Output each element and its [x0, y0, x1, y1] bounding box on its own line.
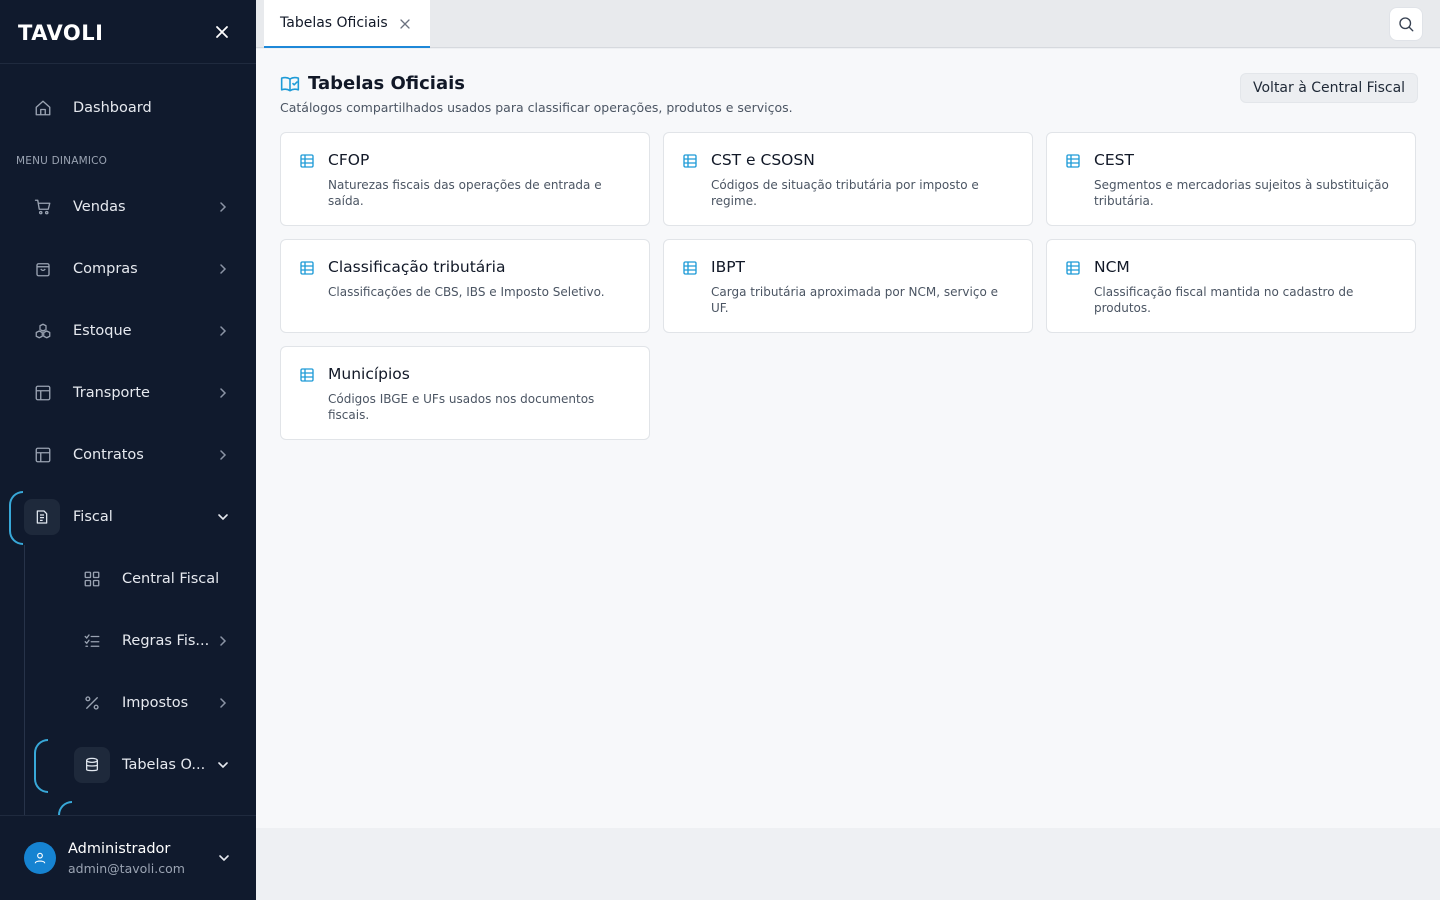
chevron-right-icon	[216, 200, 230, 214]
layout-icon	[33, 445, 53, 465]
card-title: Municípios	[328, 365, 410, 383]
brand-name: TAVOLI	[18, 21, 104, 45]
close-icon	[400, 19, 410, 29]
chevron-right-icon	[216, 324, 230, 338]
card-municipios[interactable]: Municípios Códigos IBGE e UFs usados nos…	[280, 346, 650, 440]
sidebar-item-compras[interactable]: Compras	[0, 247, 256, 291]
sidebar-item-regras-fiscais[interactable]: Regras Fis...	[0, 619, 256, 663]
user-email: admin@tavoli.com	[68, 861, 185, 876]
sidebar-item-label: Vendas	[73, 199, 126, 215]
table-icon	[299, 153, 315, 169]
tables-grid: CFOP Naturezas fiscais das operações de …	[280, 132, 1416, 440]
sidebar: TAVOLI Dashboard MENU DINAMICO Vendas Co…	[0, 0, 256, 900]
card-description: Códigos de situação tributária por impos…	[711, 178, 979, 208]
user-icon	[34, 852, 46, 864]
user-menu[interactable]: Administrador admin@tavoli.com	[0, 816, 256, 900]
sidebar-item-vendas[interactable]: Vendas	[0, 185, 256, 229]
sidebar-item-label: Contratos	[73, 447, 144, 463]
sidebar-item-contratos[interactable]: Contratos	[0, 433, 256, 477]
home-icon	[33, 98, 53, 118]
sidebar-item-central-fiscal[interactable]: Central Fiscal	[0, 557, 256, 601]
section-label: MENU DINAMICO	[16, 155, 108, 167]
tab-tabelas-oficiais[interactable]: Tabelas Oficiais	[264, 0, 430, 48]
card-title: Classificação tributária	[328, 258, 506, 276]
close-tab-button[interactable]	[398, 17, 412, 31]
card-ibpt[interactable]: IBPT Carga tributária aproximada por NCM…	[663, 239, 1033, 333]
table-icon	[682, 153, 698, 169]
card-cfop[interactable]: CFOP Naturezas fiscais das operações de …	[280, 132, 650, 226]
table-icon	[299, 260, 315, 276]
brand-logo: TAVOLI	[18, 19, 103, 47]
sidebar-item-label: Transporte	[73, 385, 150, 401]
layout-icon	[33, 383, 53, 403]
avatar	[24, 842, 56, 874]
percent-icon	[82, 693, 102, 713]
divider	[0, 63, 256, 64]
page-subtitle: Catálogos compartilhados usados para cla…	[280, 100, 793, 115]
table-icon	[1065, 153, 1081, 169]
sidebar-item-dashboard[interactable]: Dashboard	[0, 86, 256, 130]
sidebar-item-label: Fiscal	[73, 509, 113, 525]
card-description: Classificação fiscal mantida no cadastro…	[1094, 285, 1354, 315]
sidebar-item-impostos[interactable]: Impostos	[0, 681, 256, 725]
table-icon	[1065, 260, 1081, 276]
chevron-down-icon	[216, 758, 230, 772]
sidebar-item-tabelas-oficiais[interactable]: Tabelas O...	[0, 743, 256, 787]
sidebar-item-fiscal[interactable]: Fiscal	[0, 495, 256, 539]
chevron-right-icon	[216, 696, 230, 710]
search-button[interactable]	[1389, 7, 1423, 41]
table-icon	[682, 260, 698, 276]
sidebar-item-estoque[interactable]: Estoque	[0, 309, 256, 353]
search-icon	[1399, 17, 1414, 32]
tab-bar: Tabelas Oficiais	[256, 0, 1440, 48]
main-content: Tabelas Oficiais Catálogos compartilhado…	[256, 49, 1440, 828]
sidebar-item-label: Central Fiscal	[122, 571, 220, 587]
checklist-icon	[82, 631, 102, 651]
back-to-central-fiscal-button[interactable]: Voltar à Central Fiscal	[1240, 73, 1419, 103]
chevron-right-icon	[216, 448, 230, 462]
sidebar-item-label: Compras	[73, 261, 138, 277]
card-title: CEST	[1094, 151, 1134, 169]
card-description: Carga tributária aproximada por NCM, ser…	[711, 285, 998, 315]
book-icon	[280, 74, 300, 94]
card-title: IBPT	[711, 258, 746, 276]
page-header: Tabelas Oficiais Catálogos compartilhado…	[280, 73, 793, 115]
sidebar-item-label: Regras Fis...	[122, 633, 210, 649]
database-icon	[74, 747, 110, 783]
sidebar-item-transporte[interactable]: Transporte	[0, 371, 256, 415]
card-description: Naturezas fiscais das operações de entra…	[328, 178, 602, 208]
card-title: CST e CSOSN	[711, 151, 815, 169]
chevron-down-icon	[216, 850, 232, 866]
card-title: CFOP	[328, 151, 370, 169]
card-description: Classificações de CBS, IBS e Imposto Sel…	[328, 285, 605, 299]
grid-icon	[82, 569, 102, 589]
document-icon	[24, 499, 60, 535]
bag-icon	[33, 259, 53, 279]
card-description: Segmentos e mercadorias sujeitos à subst…	[1094, 178, 1389, 208]
card-classificacao-tributaria[interactable]: Classificação tributária Classificações …	[280, 239, 650, 333]
card-cst-csosn[interactable]: CST e CSOSN Códigos de situação tributár…	[663, 132, 1033, 226]
card-ncm[interactable]: NCM Classificação fiscal mantida no cada…	[1046, 239, 1416, 333]
close-icon	[216, 26, 228, 38]
user-name: Administrador	[68, 841, 171, 857]
boxes-icon	[33, 321, 53, 341]
cart-icon	[33, 197, 53, 217]
footer-area	[256, 828, 1440, 900]
sidebar-item-label: Impostos	[122, 695, 189, 711]
chevron-down-icon	[216, 510, 230, 524]
sidebar-item-label: Dashboard	[73, 100, 152, 116]
card-cest[interactable]: CEST Segmentos e mercadorias sujeitos à …	[1046, 132, 1416, 226]
chevron-right-icon	[216, 262, 230, 276]
sidebar-item-label: Tabelas O...	[122, 757, 206, 773]
sidebar-item-label: Estoque	[73, 323, 132, 339]
page-title: Tabelas Oficiais	[308, 73, 466, 94]
close-sidebar-button[interactable]	[210, 20, 234, 44]
table-icon	[299, 367, 315, 383]
card-title: NCM	[1094, 258, 1130, 276]
chevron-right-icon	[216, 386, 230, 400]
tab-label: Tabelas Oficiais	[280, 15, 388, 31]
chevron-right-icon	[216, 634, 230, 648]
card-description: Códigos IBGE e UFs usados nos documentos…	[328, 392, 595, 422]
